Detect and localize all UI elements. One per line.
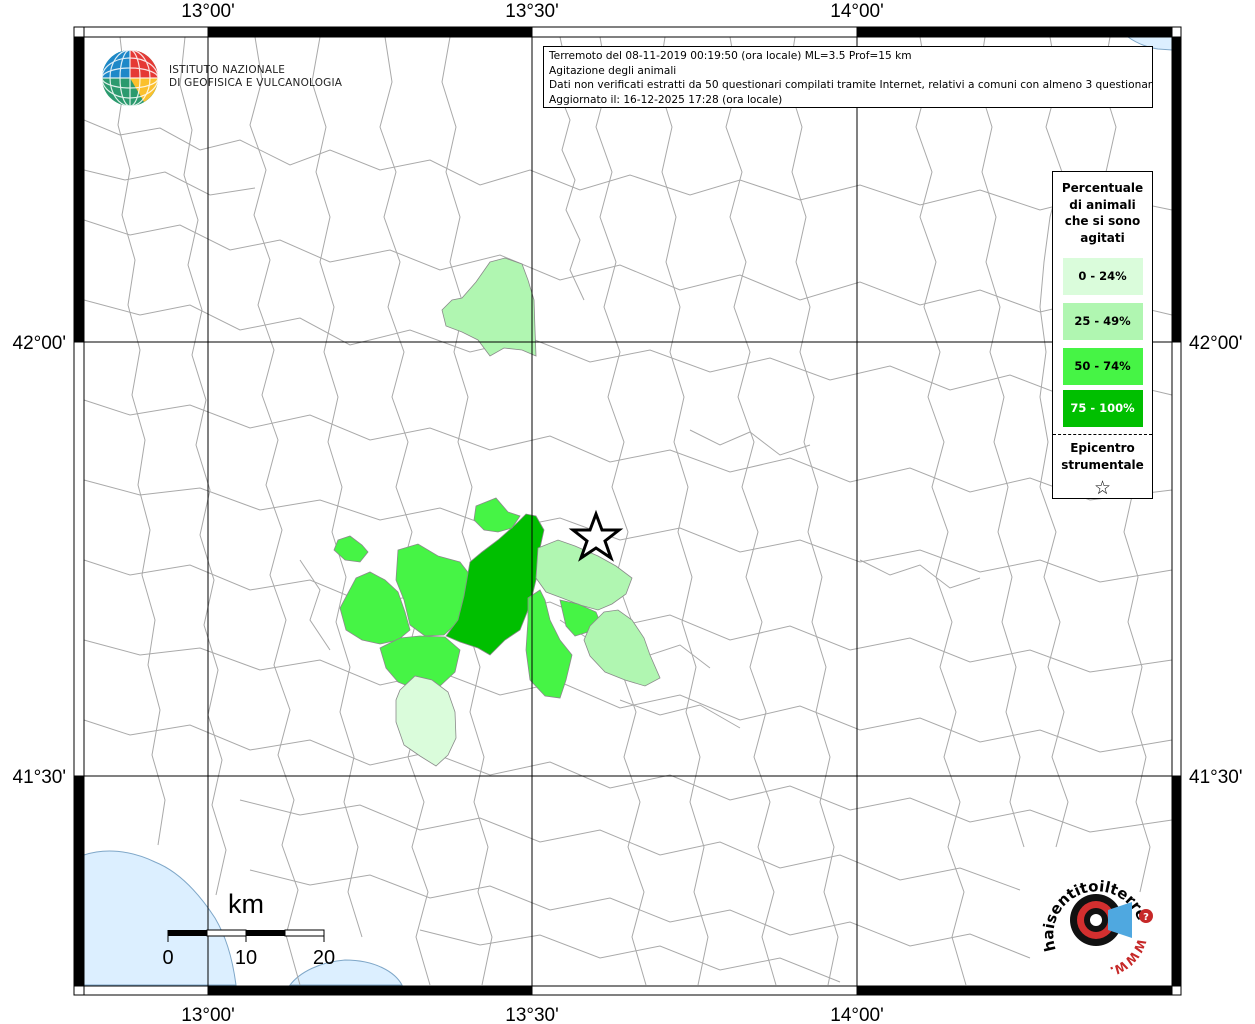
legend-title-line-4: agitati	[1080, 230, 1125, 245]
legend-epicenter-line-1: Epicentro	[1070, 441, 1135, 455]
ingv-line-1: ISTITUTO NAZIONALE	[169, 64, 286, 76]
legend-title-line-3: che si sono	[1064, 214, 1141, 228]
legend-title-line-1: Percentuale	[1061, 181, 1144, 195]
scale-tick-0: 0	[162, 947, 173, 969]
axis-right-label-1: 42°00'	[1189, 333, 1243, 354]
event-title: Terremoto del 08-11-2019 00:19:50 (ora l…	[549, 50, 912, 62]
scale-tick-10: 10	[235, 947, 257, 969]
axis-top-label-1: 13°00'	[181, 1, 235, 22]
ingv-line-2: DI GEOFISICA E VULCANOLOGIA	[169, 77, 343, 89]
scale-unit-label: km	[228, 889, 264, 919]
legend-epicenter-title: Epicentro strumentale	[1053, 440, 1152, 473]
event-info-box: Terremoto del 08-11-2019 00:19:50 (ora l…	[543, 46, 1153, 108]
legend-item: 25 - 49%	[1062, 303, 1143, 340]
axis-right-label-2: 41°30'	[1189, 767, 1243, 788]
axis-bottom-label-3: 14°00'	[830, 1005, 884, 1024]
question-icon-glyph: ?	[1143, 912, 1149, 923]
map-subject: Agitazione degli animali	[549, 64, 677, 77]
legend-title: Percentuale di animali che si sono agita…	[1053, 180, 1152, 246]
axis-bottom-label-2: 13°30'	[505, 1005, 559, 1024]
legend: Percentuale di animali che si sono agita…	[1052, 171, 1153, 499]
legend-item: 0 - 24%	[1062, 258, 1143, 295]
axis-bottom-label-1: 13°00'	[181, 1005, 235, 1024]
update-time: Aggiornato il: 16-12-2025 17:28 (ora loc…	[549, 93, 783, 106]
axis-left-label-2: 41°30'	[13, 767, 67, 788]
legend-title-line-2: di animali	[1069, 197, 1136, 212]
legend-epicenter-line-2: strumentale	[1061, 457, 1144, 472]
hsit-www-text: WWW.	[1108, 937, 1148, 978]
map-background	[74, 27, 1181, 995]
ingv-logo-text: ISTITUTO NAZIONALE DI GEOFISICA E VULCAN…	[169, 64, 342, 90]
legend-separator	[1053, 434, 1152, 435]
hsit-logo: haisentitoilterremoto.it WWW. ?	[1028, 858, 1153, 978]
ingv-globe-icon	[101, 49, 159, 107]
axis-left-label-1: 42°00'	[13, 333, 67, 354]
scale-tick-20: 20	[313, 947, 335, 969]
legend-item: 75 - 100%	[1062, 390, 1143, 427]
data-note: Dati non verificati estratti da 50 quest…	[549, 79, 1153, 92]
axis-top-label-2: 13°30'	[505, 1, 559, 22]
legend-item: 50 - 74%	[1062, 348, 1143, 385]
legend-epicenter-star-icon: ☆	[1093, 477, 1112, 499]
axis-top-label-3: 14°00'	[830, 1, 884, 22]
